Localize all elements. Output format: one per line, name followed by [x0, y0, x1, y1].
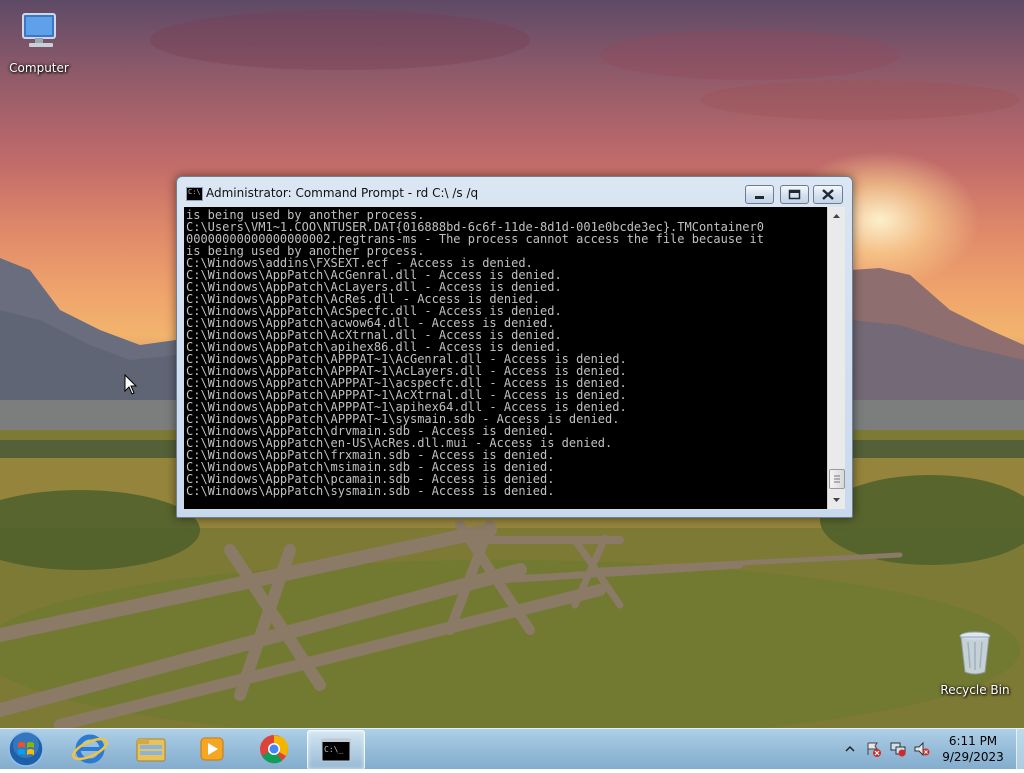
console-output[interactable]: is being used by another process. C:\Use…: [184, 207, 827, 509]
command-prompt-icon: C:\: [186, 187, 203, 201]
file-explorer-icon: [136, 738, 166, 762]
scroll-up-button[interactable]: [828, 207, 845, 224]
taskbar-media-player[interactable]: [184, 730, 240, 768]
command-prompt-window[interactable]: C:\ Administrator: Command Prompt - rd C…: [176, 176, 853, 518]
minimize-button[interactable]: [745, 185, 774, 204]
clock-date: 9/29/2023: [942, 750, 1004, 764]
cloud: [600, 30, 900, 80]
close-icon: [822, 189, 834, 200]
chevron-up-icon: [833, 214, 840, 218]
console-text: is being used by another process. C:\Use…: [186, 208, 764, 498]
volume-muted-icon[interactable]: [913, 741, 931, 757]
computer-icon: [1, 10, 77, 57]
maximize-icon: [788, 189, 801, 200]
maximize-button[interactable]: [780, 185, 809, 204]
close-button[interactable]: [813, 185, 843, 204]
network-icon[interactable]: [889, 741, 907, 757]
desktop-icon-recycle-bin[interactable]: Recycle Bin: [937, 630, 1013, 697]
mouse-cursor-icon: [124, 374, 138, 395]
recycle-bin-icon: [937, 630, 1013, 679]
start-orb-icon: [8, 731, 44, 767]
internet-explorer-icon: [72, 734, 108, 764]
taskbar-internet-explorer[interactable]: [62, 730, 118, 768]
show-desktop-button[interactable]: [1016, 729, 1024, 769]
clock-time: 6:11 PM: [948, 734, 998, 748]
start-button[interactable]: [6, 730, 46, 768]
taskbar-file-explorer[interactable]: [123, 730, 179, 768]
chevron-down-icon: [833, 498, 840, 502]
wooden-fence: [0, 520, 903, 728]
action-center-icon[interactable]: [865, 741, 883, 757]
command-prompt-glyph: C:\_: [324, 745, 343, 754]
title-bar[interactable]: C:\ Administrator: Command Prompt - rd C…: [177, 177, 852, 207]
desktop-icon-label: Computer: [9, 61, 69, 75]
chrome-icon: [260, 735, 289, 764]
scrollbar-thumb[interactable]: [829, 469, 845, 489]
window-title: Administrator: Command Prompt - rd C:\ /…: [206, 186, 479, 200]
cloud: [150, 10, 530, 70]
desktop-icon-computer[interactable]: Computer: [1, 10, 77, 75]
desktop-icon-label: Recycle Bin: [940, 683, 1010, 697]
scroll-down-button[interactable]: [828, 492, 845, 509]
cloud: [700, 80, 1020, 120]
minimize-icon: [755, 196, 764, 199]
desktop: Computer Recycle Bin C:\ Administrator: …: [0, 0, 1024, 728]
vertical-scrollbar[interactable]: [827, 207, 845, 509]
notification-area: [843, 729, 933, 769]
taskbar-chrome[interactable]: [246, 730, 302, 768]
media-player-icon: [200, 737, 224, 761]
command-prompt-icon: C:\_: [321, 738, 351, 762]
taskbar: C:\_ 6:11 PM 9/29/2023: [0, 728, 1024, 770]
taskbar-command-prompt[interactable]: C:\_: [307, 730, 365, 770]
show-hidden-icons-icon[interactable]: [843, 743, 857, 755]
system-clock[interactable]: 6:11 PM 9/29/2023: [932, 733, 1014, 765]
